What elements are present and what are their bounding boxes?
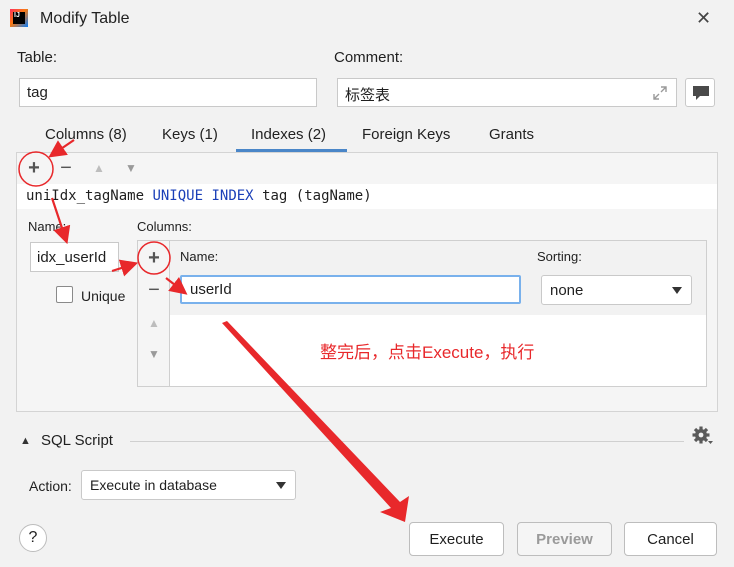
add-index-button[interactable]: + [24,157,44,179]
column-down-button[interactable]: ▼ [145,345,163,363]
keyword-index: INDEX [211,188,254,204]
table-label: Table: [17,49,58,66]
index-name-input[interactable]: idx_userId [30,242,119,272]
move-down-button[interactable]: ▼ [122,158,140,178]
tab-indexes[interactable]: Indexes (2) [251,124,326,152]
comment-bubble-button[interactable] [685,78,715,107]
action-label: Action: [29,478,72,494]
execute-button[interactable]: Execute [409,522,504,556]
cancel-button[interactable]: Cancel [624,522,717,556]
move-up-button[interactable]: ▲ [90,158,108,178]
sql-script-divider [130,441,684,442]
comment-icon [693,86,709,100]
sorting-header: Sorting: [537,249,582,264]
remove-column-button[interactable]: − [144,279,164,301]
window-title: Modify Table [40,10,130,27]
title-bar: IJ Modify Table ✕ [0,0,734,38]
sorting-select[interactable]: none [541,275,692,305]
tab-foreign-keys[interactable]: Foreign Keys [362,124,450,152]
collapse-arrow-icon[interactable]: ▲ [20,435,31,447]
column-name-header: Name: [180,249,219,264]
index-name-value: idx_userId [37,249,107,266]
column-grid-body [170,315,706,386]
index-list-row[interactable]: uniIdx_tagName UNIQUE INDEX tag (tagName… [17,184,717,209]
close-icon[interactable]: ✕ [696,8,711,29]
index-name: uniIdx_tagName [26,188,145,204]
add-column-button[interactable]: + [144,247,164,269]
sorting-value: none [550,282,584,299]
expand-icon[interactable] [652,85,668,101]
chevron-down-icon [672,287,682,294]
help-button[interactable]: ? [19,524,47,552]
unique-label: Unique [81,288,126,304]
action-value: Execute in database [90,477,217,493]
tab-columns[interactable]: Columns (8) [45,124,127,152]
comment-value: 标签表 [345,87,391,104]
index-definition: tag (tagName) [262,188,372,204]
unique-checkbox[interactable] [56,286,73,303]
tab-keys[interactable]: Keys (1) [162,124,218,152]
action-select[interactable]: Execute in database [81,470,296,500]
column-name-input[interactable]: userId [180,275,521,304]
table-name-input[interactable]: tag [19,78,317,107]
remove-index-button[interactable]: − [56,157,76,179]
column-name-value: userId [190,281,232,298]
index-name-label: Name: [28,219,67,234]
columns-label: Columns: [137,219,192,234]
keyword-unique: UNIQUE [152,188,204,204]
intellij-idea-icon: IJ [10,9,28,27]
column-up-button[interactable]: ▲ [145,314,163,332]
comment-label: Comment: [334,49,404,66]
chevron-down-icon [276,482,286,489]
tab-grants[interactable]: Grants [489,124,534,152]
preview-button[interactable]: Preview [517,522,612,556]
table-name-value: tag [27,84,48,101]
sql-script-label[interactable]: SQL Script [41,432,113,449]
gear-icon[interactable] [692,426,714,446]
comment-input[interactable]: 标签表 [337,78,677,107]
